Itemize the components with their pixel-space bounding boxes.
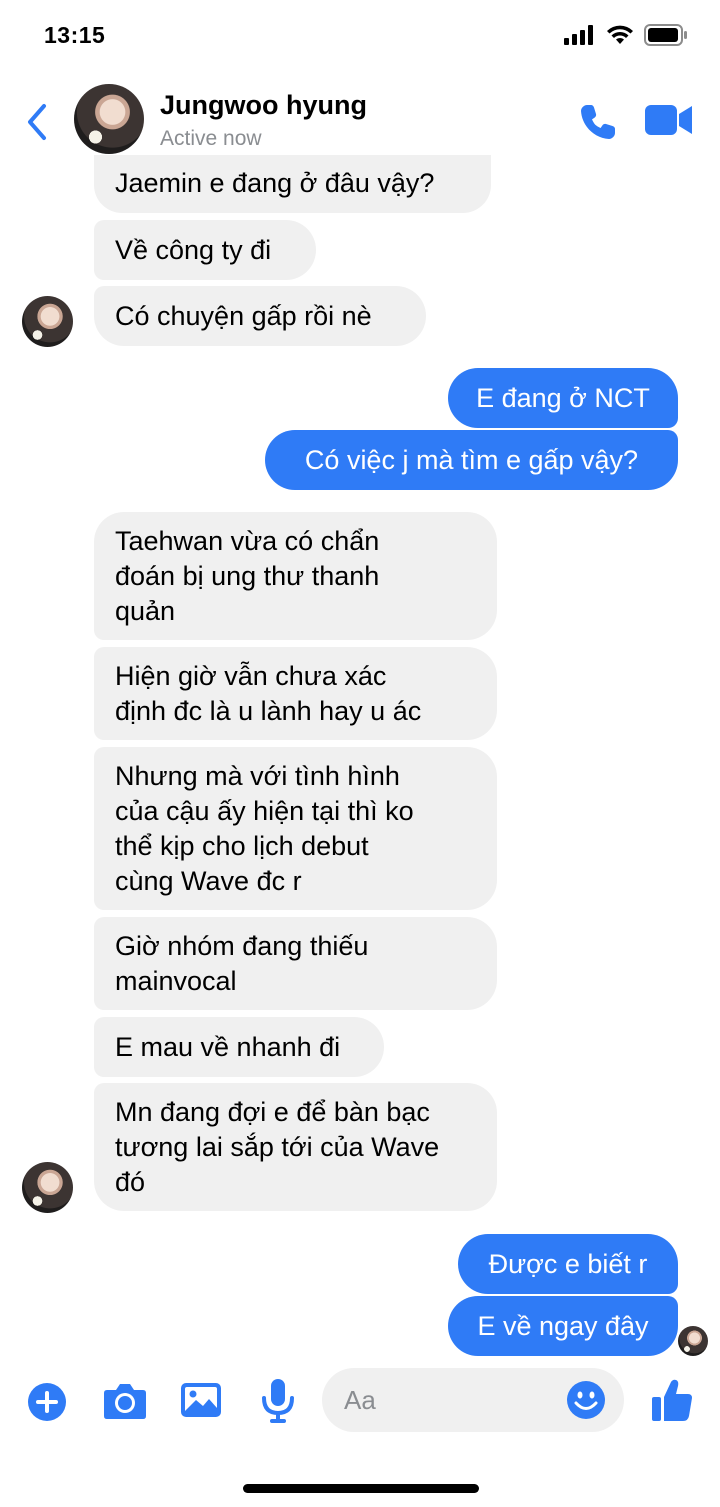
message-bubble-incoming[interactable]: Nhưng mà với tình hình của cậu ấy hiện t… <box>94 747 497 910</box>
home-indicator[interactable] <box>243 1484 479 1493</box>
message-bubble-incoming[interactable]: Giờ nhóm đang thiếu mainvocal <box>94 917 497 1010</box>
message-bubble-incoming[interactable]: Mn đang đợi e để bàn bạc tương lai sắp t… <box>94 1083 497 1211</box>
message-bubble-incoming[interactable]: Hiện giờ vẫn chưa xác định đc là u lành … <box>94 647 497 740</box>
camera-icon[interactable] <box>103 1382 147 1420</box>
status-bar: 13:15 <box>0 0 720 70</box>
message-bubble-outgoing[interactable]: Có việc j mà tìm e gấp vậy? <box>265 430 678 490</box>
status-time: 13:15 <box>44 22 106 48</box>
sender-avatar[interactable] <box>22 296 73 347</box>
composer-bar: Aa <box>0 1368 720 1438</box>
back-chevron-icon[interactable] <box>22 102 52 142</box>
seen-indicator-avatar <box>678 1326 708 1356</box>
message-bubble-incoming[interactable]: E mau về nhanh đi <box>94 1017 384 1077</box>
sender-avatar[interactable] <box>22 1162 73 1213</box>
message-bubble-outgoing[interactable]: E đang ở NCT <box>448 368 678 428</box>
emoji-icon[interactable] <box>566 1380 606 1420</box>
message-bubble-outgoing[interactable]: Được e biết r <box>458 1234 678 1294</box>
message-input[interactable]: Aa <box>322 1368 624 1432</box>
status-icons <box>564 24 688 46</box>
message-bubble-incoming[interactable]: Jaemin e đang ở đâu vậy? <box>94 155 491 213</box>
signal-icon <box>564 25 593 45</box>
message-input-placeholder: Aa <box>344 1385 376 1415</box>
image-icon[interactable] <box>180 1380 222 1420</box>
phone-icon[interactable] <box>578 102 618 142</box>
contact-avatar[interactable] <box>74 84 144 154</box>
message-bubble-incoming[interactable]: Có chuyện gấp rồi nè <box>94 286 426 346</box>
thumbs-up-icon[interactable] <box>651 1378 693 1422</box>
battery-icon <box>644 24 687 46</box>
contact-name[interactable]: Jungwoo hyung <box>160 90 367 121</box>
contact-status: Active now <box>160 127 262 150</box>
plus-icon[interactable] <box>27 1382 67 1422</box>
message-bubble-outgoing[interactable]: E về ngay đây <box>448 1296 678 1356</box>
wifi-icon <box>607 25 633 44</box>
video-camera-icon[interactable] <box>644 102 694 138</box>
message-bubble-incoming[interactable]: Taehwan vừa có chẩn đoán bị ung thư than… <box>94 512 497 640</box>
microphone-icon[interactable] <box>261 1378 295 1424</box>
message-bubble-incoming[interactable]: Về công ty đi <box>94 220 316 280</box>
